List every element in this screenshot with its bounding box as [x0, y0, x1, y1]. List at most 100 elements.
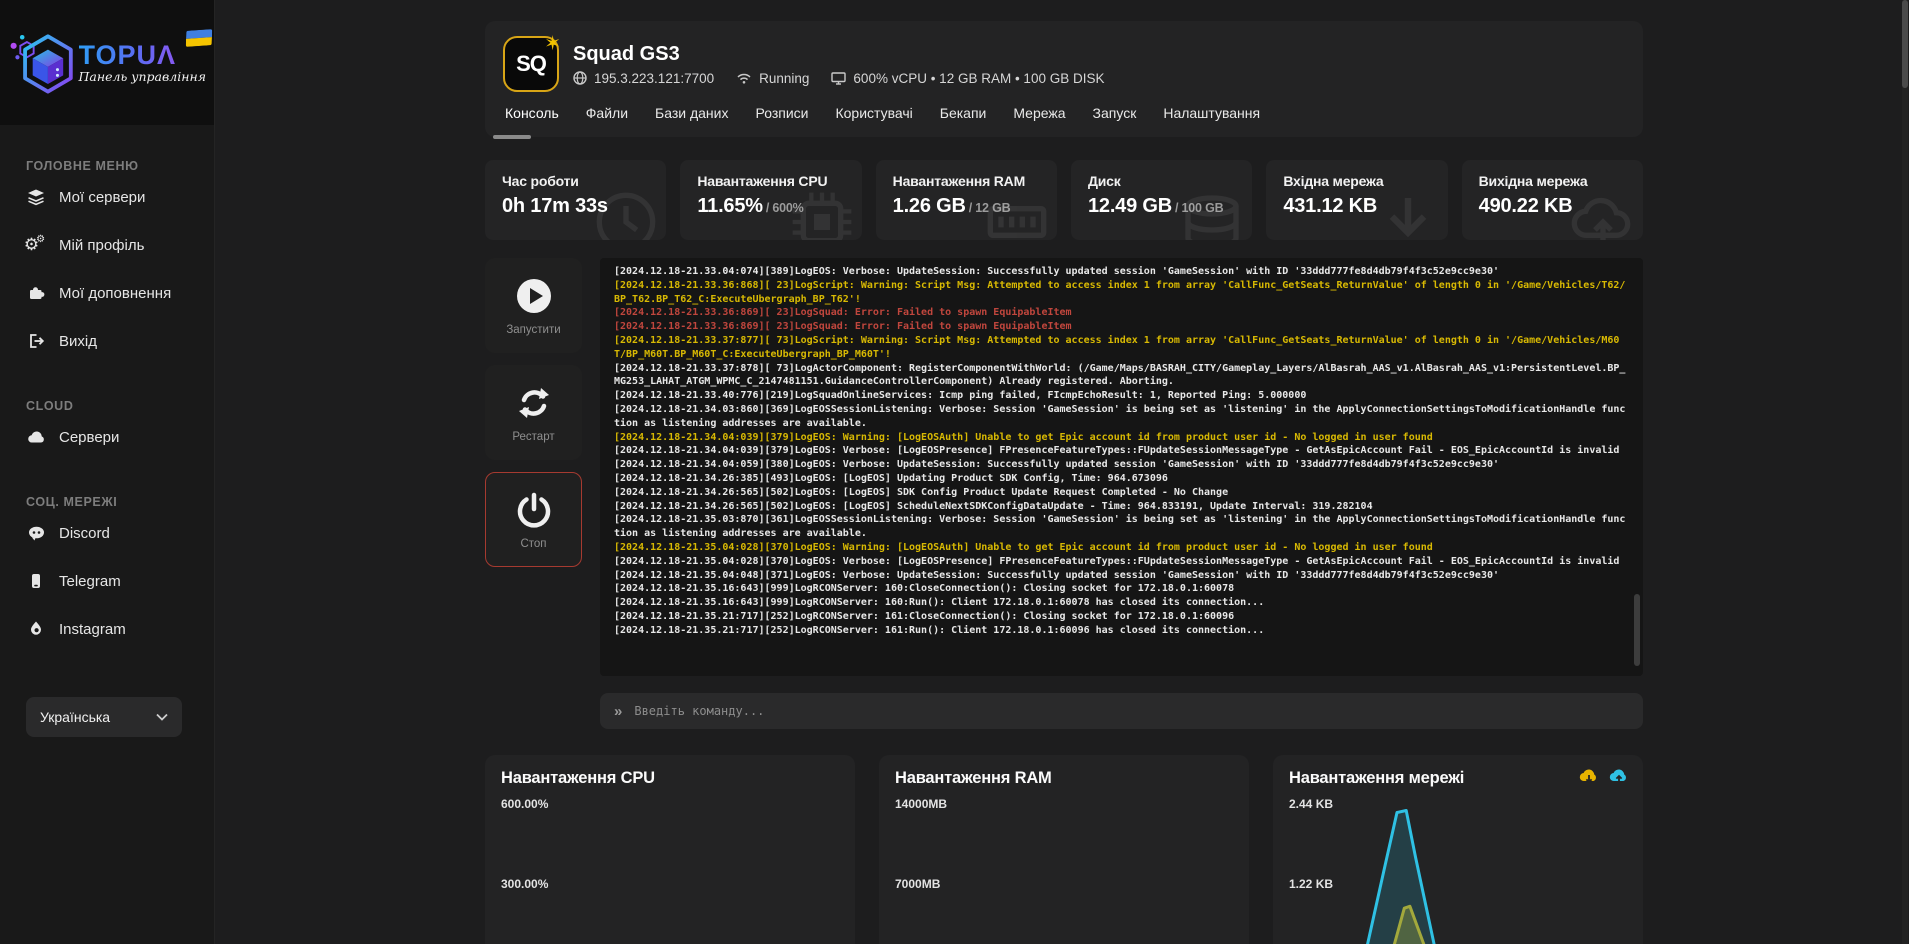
stat-value: 0h 17m 33s	[502, 195, 608, 217]
instagram-icon	[26, 620, 46, 638]
command-input[interactable]	[634, 704, 1629, 718]
console-log-line: [2024.12.18-21.34.04:039][379]LogEOS: Ve…	[614, 444, 1629, 458]
stat-value: 431.12 KB	[1283, 195, 1377, 217]
sidebar-item-instagram[interactable]: Instagram	[0, 605, 214, 653]
stat-card-cpu: Навантаження CPU 11.65%/ 600%	[680, 160, 861, 240]
server-tabs: Консоль Файли Бази даних Розписи Користу…	[503, 105, 1625, 127]
server-status: Running	[759, 71, 809, 86]
power-buttons: Запустити Рестарт Стоп	[485, 258, 582, 729]
page-scrollbar-thumb[interactable]	[1902, 0, 1908, 88]
sidebar-item-servers[interactable]: Мої сервери	[0, 173, 214, 221]
stop-button-label: Стоп	[520, 538, 546, 550]
start-button[interactable]: Запустити	[485, 258, 582, 353]
panel-page: TOPUΛ Панель управління ГОЛОВНЕ МЕНЮ Мої…	[0, 0, 1909, 944]
sidebar-item-label: Мій профіль	[59, 237, 144, 254]
language-select[interactable]: Українська	[26, 697, 182, 737]
stat-card-network-out: Вихідна мережа 490.22 KB	[1462, 160, 1643, 240]
monitor-icon	[831, 72, 846, 85]
console-log-line: [2024.12.18-21.35.16:643][999]LogRCONSer…	[614, 596, 1629, 610]
gears-icon: ⚙⚙	[26, 235, 46, 255]
globe-icon	[573, 71, 587, 85]
sidebar-item-logout[interactable]: Вихід	[0, 317, 214, 365]
stat-card-network-in: Вхідна мережа 431.12 KB	[1266, 160, 1447, 240]
power-icon	[514, 490, 554, 530]
console-log-line: [2024.12.18-21.34.26:385][493]LogEOS: [L…	[614, 472, 1629, 486]
cloud-up-icon	[1571, 190, 1635, 240]
start-button-label: Запустити	[506, 324, 560, 336]
prompt-icon: »	[614, 703, 622, 720]
sidebar-section-cloud: CLOUD	[0, 399, 214, 413]
stat-title: Вхідна мережа	[1283, 173, 1447, 189]
disk-icon	[1180, 190, 1244, 240]
console-log-line: [2024.12.18-21.35.21:717][252]LogRCONSer…	[614, 624, 1629, 638]
telegram-icon	[26, 572, 46, 590]
sidebar-item-label: Мої доповнення	[59, 285, 171, 302]
tabs-scrollbar[interactable]	[493, 135, 531, 139]
clock-icon	[594, 190, 658, 240]
stats-row: Час роботи 0h 17m 33s Навантаження CPU 1…	[485, 160, 1643, 240]
command-bar: »	[600, 693, 1643, 729]
server-resources-item: 600% vCPU • 12 GB RAM • 100 GB DISK	[831, 71, 1104, 86]
tab-backups[interactable]: Бекапи	[940, 105, 987, 127]
server-status-item: Running	[736, 71, 809, 86]
console-log-line: [2024.12.18-21.35.04:048][371]LogEOS: Ve…	[614, 569, 1629, 583]
cpu-chart-plot	[485, 755, 855, 944]
network-chart-card: Навантаження мережі 2.44 KB 1.22 KB	[1273, 755, 1643, 944]
ram-chart-plot	[879, 755, 1249, 944]
logout-icon	[26, 332, 46, 350]
tab-users[interactable]: Користувачі	[835, 105, 912, 127]
restart-button-label: Рестарт	[512, 431, 554, 443]
stat-card-ram: Навантаження RAM 1.26 GB/ 12 GB	[876, 160, 1057, 240]
ram-chart-card: Навантаження RAM 14000MB 7000MB	[879, 755, 1249, 944]
charts-row: Навантаження CPU 600.00% 300.00% Наванта…	[485, 755, 1643, 944]
server-address-item: 195.3.223.121:7700	[573, 71, 714, 86]
tab-startup[interactable]: Запуск	[1093, 105, 1137, 127]
tab-console[interactable]: Консоль	[505, 105, 559, 127]
tab-network[interactable]: Мережа	[1013, 105, 1065, 127]
stat-title: Час роботи	[502, 173, 666, 189]
console-log-line: [2024.12.18-21.33.36:869][ 23]LogSquad: …	[614, 306, 1629, 320]
wifi-icon	[736, 72, 752, 84]
arrow-down-icon	[1376, 190, 1440, 240]
server-console[interactable]: [2024.12.18-21.33.04:074][389]LogEOS: Ve…	[600, 258, 1643, 676]
stop-button[interactable]: Стоп	[485, 472, 582, 567]
stat-value: 1.26 GB	[893, 195, 966, 217]
cpu-icon	[790, 190, 854, 240]
sidebar-item-discord[interactable]: Discord	[0, 509, 214, 557]
brand-logo[interactable]: TOPUΛ Панель управління	[0, 0, 214, 125]
console-scrollbar[interactable]	[1634, 594, 1640, 666]
server-name: Squad GS3	[573, 43, 1104, 66]
sidebar-section-social: СОЦ. МЕРЕЖІ	[0, 495, 214, 509]
star-icon: ✶	[544, 34, 561, 54]
sidebar-item-addons[interactable]: Мої доповнення	[0, 269, 214, 317]
tab-databases[interactable]: Бази даних	[655, 105, 728, 127]
stat-value: 12.49 GB	[1088, 195, 1172, 217]
console-log-line: [2024.12.18-21.35.03:870][361]LogEOSSess…	[614, 513, 1629, 541]
sidebar: TOPUΛ Панель управління ГОЛОВНЕ МЕНЮ Мої…	[0, 0, 215, 944]
console-log-line: [2024.12.18-21.34.04:039][379]LogEOS: Wa…	[614, 431, 1629, 445]
console-log-line: [2024.12.18-21.33.36:869][ 23]LogSquad: …	[614, 320, 1629, 334]
ukraine-flag-icon	[186, 29, 212, 47]
tab-settings[interactable]: Налаштування	[1163, 105, 1260, 127]
network-chart-plot	[1273, 755, 1643, 944]
restart-button[interactable]: Рестарт	[485, 365, 582, 460]
sidebar-item-telegram[interactable]: Telegram	[0, 557, 214, 605]
tab-files[interactable]: Файли	[586, 105, 628, 127]
server-avatar: SQ ✶	[503, 36, 559, 92]
sidebar-section-main: ГОЛОВНЕ МЕНЮ	[0, 159, 214, 173]
sidebar-item-cloud-servers[interactable]: Сервери	[0, 413, 214, 461]
console-log-line: [2024.12.18-21.33.40:776][219]LogSquadOn…	[614, 389, 1629, 403]
server-resources: 600% vCPU • 12 GB RAM • 100 GB DISK	[853, 71, 1104, 86]
console-wrap: [2024.12.18-21.33.04:074][389]LogEOS: Ve…	[600, 258, 1643, 729]
sidebar-item-label: Discord	[59, 525, 110, 542]
brand-cube-icon	[6, 23, 77, 103]
page-scrollbar[interactable]	[1902, 0, 1908, 944]
puzzle-icon	[26, 284, 46, 302]
sidebar-item-profile[interactable]: ⚙⚙ Мій профіль	[0, 221, 214, 269]
language-select-value: Українська	[40, 709, 110, 725]
ram-icon	[985, 190, 1049, 240]
stat-card-uptime: Час роботи 0h 17m 33s	[485, 160, 666, 240]
tab-schedules[interactable]: Розписи	[755, 105, 808, 127]
stat-title: Диск	[1088, 173, 1252, 189]
console-log-line: [2024.12.18-21.35.21:717][252]LogRCONSer…	[614, 610, 1629, 624]
